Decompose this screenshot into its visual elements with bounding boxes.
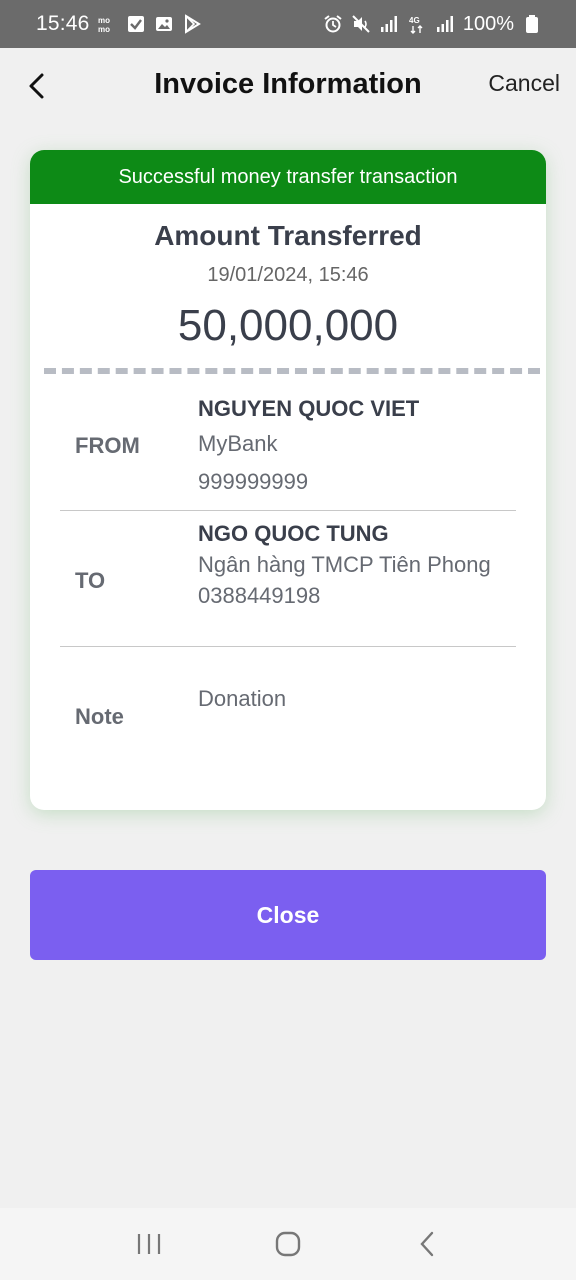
svg-text:mo: mo <box>98 25 110 34</box>
mute-icon <box>351 14 371 34</box>
gallery-icon <box>154 14 174 34</box>
alarm-icon <box>323 14 343 34</box>
to-label: TO <box>75 568 106 593</box>
amount-value: 50,000,000 <box>177 301 399 350</box>
4g-icon: 4G <box>407 14 427 34</box>
note-label: Note <box>75 704 124 729</box>
note-row: Note Donation <box>60 684 516 754</box>
amount-title: Amount Transferred <box>154 220 422 251</box>
from-account: 999999999 <box>198 469 309 494</box>
status-bar: 15:46 mo mo 4G 100% <box>0 0 576 48</box>
back-button[interactable] <box>20 68 52 104</box>
to-name: NGO QUOC TUNG <box>198 521 389 546</box>
dashed-divider <box>44 368 540 374</box>
play-store-icon <box>182 14 202 34</box>
status-bar-right: 4G 100% <box>323 13 542 36</box>
to-row: TO NGO QUOC TUNG Ngân hàng TMCP Tiên Pho… <box>60 520 516 642</box>
system-back-button[interactable] <box>397 1219 457 1269</box>
svg-text:4G: 4G <box>409 16 420 25</box>
status-bar-left: 15:46 mo mo <box>36 12 202 36</box>
close-button[interactable]: Close <box>30 870 546 960</box>
signal-icon <box>435 14 455 34</box>
header: Invoice Information Cancel <box>0 48 576 124</box>
momo-icon: mo mo <box>98 14 118 34</box>
recent-apps-button[interactable] <box>119 1219 179 1269</box>
cancel-button[interactable]: Cancel <box>488 70 560 97</box>
row-divider <box>60 646 516 647</box>
navigation-bar <box>0 1208 576 1280</box>
to-details: NGO QUOC TUNG Ngân hàng TMCP Tiên Phong … <box>198 520 506 610</box>
recent-apps-icon <box>138 1234 161 1254</box>
back-icon <box>420 1231 433 1257</box>
from-name: NGUYEN QUOC VIET <box>198 396 420 421</box>
chevron-left-icon <box>29 73 44 99</box>
row-divider <box>60 510 516 511</box>
checkbox-icon <box>126 14 146 34</box>
success-banner: Successful money transfer transaction <box>30 150 546 204</box>
battery-icon <box>522 14 542 34</box>
from-details: NGUYEN QUOC VIET MyBank 999999999 <box>198 396 506 498</box>
to-account: 0388449198 <box>198 583 321 608</box>
note-value: Donation <box>198 686 287 711</box>
home-icon <box>275 1231 301 1257</box>
signal-icon <box>379 14 399 34</box>
to-bank: Ngân hàng TMCP Tiên Phong <box>198 552 491 577</box>
transaction-datetime: 19/01/2024, 15:46 <box>207 264 369 286</box>
note-details: Donation <box>198 684 298 713</box>
battery-percent: 100% <box>462 12 514 35</box>
from-bank: MyBank <box>198 431 278 456</box>
from-label: FROM <box>75 433 140 458</box>
svg-text:mo: mo <box>98 16 110 25</box>
status-time: 15:46 <box>36 12 90 35</box>
home-button[interactable] <box>258 1219 318 1269</box>
invoice-card: Successful money transfer transaction Am… <box>30 150 546 810</box>
from-row: FROM NGUYEN QUOC VIET MyBank 999999999 <box>60 396 516 506</box>
